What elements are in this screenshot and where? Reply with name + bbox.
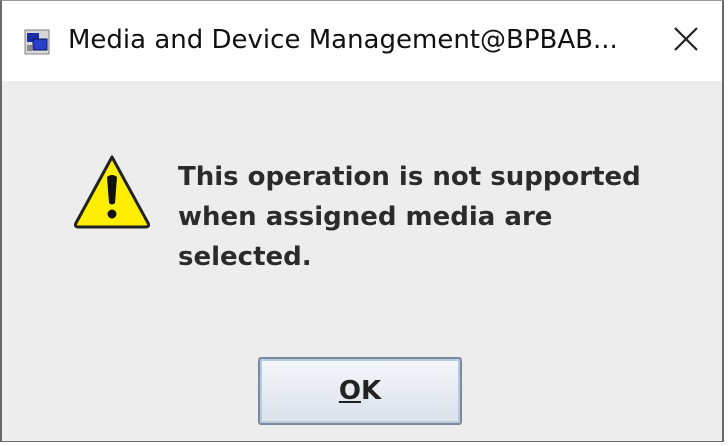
app-window-icon [24, 29, 50, 55]
ok-button[interactable]: OK [258, 357, 462, 425]
ok-button-label: OK [339, 376, 381, 406]
close-button[interactable] [666, 19, 706, 59]
title-bar[interactable]: Media and Device Management@BPBAB... [2, 1, 722, 81]
ok-mnemonic-letter: O [338, 376, 361, 406]
window-title: Media and Device Management@BPBAB... [68, 25, 618, 55]
warning-icon [72, 153, 152, 229]
dialog-message: This operation is not supported when ass… [178, 162, 641, 272]
dialog-content: This operation is not supported when ass… [2, 81, 722, 441]
dialog-window: Media and Device Management@BPBAB... Thi… [0, 0, 724, 442]
close-icon [674, 27, 698, 51]
ok-label-rest: K [360, 376, 382, 406]
